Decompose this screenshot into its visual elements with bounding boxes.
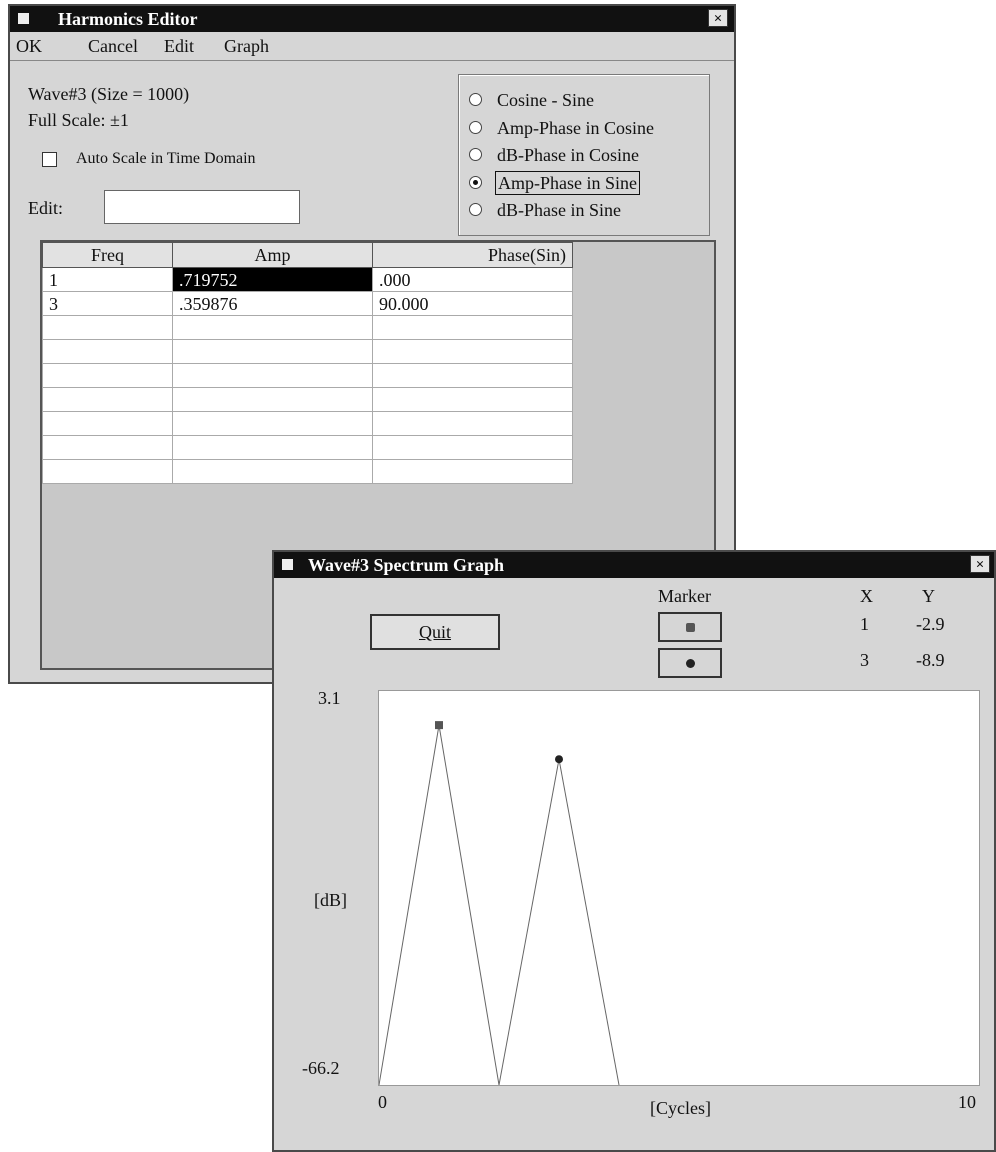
cell-freq[interactable]: 3 — [42, 291, 173, 316]
cell-phase[interactable] — [372, 387, 573, 412]
y-min-label: -66.2 — [302, 1058, 340, 1078]
radio-button-icon — [469, 148, 482, 161]
marker-header: Marker — [658, 586, 711, 606]
radio-button-icon — [469, 203, 482, 216]
square-marker-icon — [686, 623, 695, 632]
cell-phase[interactable] — [372, 363, 573, 388]
spectrum-line-segment — [438, 725, 500, 1086]
cell-phase[interactable] — [372, 411, 573, 436]
cell-amp[interactable] — [172, 387, 373, 412]
auto-scale-checkbox[interactable] — [42, 152, 57, 167]
cell-phase[interactable]: .000 — [372, 267, 573, 292]
spectrum-marker-point — [435, 721, 443, 730]
spectrum-line-segment — [498, 759, 560, 1086]
cell-phase[interactable] — [372, 459, 573, 484]
marker-1-x: 1 — [860, 614, 869, 634]
radio-button-icon — [469, 93, 482, 106]
cell-freq[interactable] — [42, 411, 173, 436]
x-unit-label: [Cycles] — [650, 1098, 711, 1118]
window-title: Wave#3 Spectrum Graph — [308, 555, 504, 575]
circle-marker-icon — [686, 659, 695, 668]
spectrum-graph-window: Wave#3 Spectrum Graph × Quit Marker X Y … — [272, 550, 996, 1152]
marker-2-x: 3 — [860, 650, 869, 670]
x-header: X — [860, 586, 873, 606]
table-row — [42, 435, 573, 460]
table-row — [42, 315, 573, 340]
cell-freq[interactable] — [42, 315, 173, 340]
window-menu-icon[interactable] — [282, 559, 293, 570]
cell-freq[interactable] — [42, 459, 173, 484]
harmonics-editor-titlebar[interactable]: Harmonics Editor × — [10, 6, 734, 32]
cell-amp[interactable] — [172, 411, 373, 436]
marker-button-2[interactable] — [658, 648, 722, 678]
cell-amp[interactable] — [172, 363, 373, 388]
table-row — [42, 363, 573, 388]
table-row: 1 .719752 .000 — [42, 267, 573, 292]
col-header-freq[interactable]: Freq — [42, 242, 173, 268]
spectrum-graph-titlebar[interactable]: Wave#3 Spectrum Graph × — [274, 552, 994, 578]
spectrum-line-segment — [558, 759, 620, 1086]
marker-2-y: -8.9 — [916, 650, 945, 670]
menu-cancel[interactable]: Cancel — [88, 32, 138, 60]
marker-1-y: -2.9 — [916, 614, 945, 634]
cell-amp[interactable] — [172, 339, 373, 364]
table-row — [42, 387, 573, 412]
cell-phase[interactable]: 90.000 — [372, 291, 573, 316]
y-header: Y — [922, 586, 935, 606]
x-max-label: 10 — [958, 1092, 976, 1112]
cell-freq[interactable]: 1 — [42, 267, 173, 292]
edit-label: Edit: — [28, 198, 63, 218]
menu-bar: OK Cancel Edit Graph — [10, 32, 734, 61]
cell-phase[interactable] — [372, 435, 573, 460]
cell-phase[interactable] — [372, 315, 573, 340]
spectrum-plot-area — [378, 690, 980, 1086]
cell-amp[interactable] — [172, 435, 373, 460]
display-mode-group: Cosine - Sine Amp-Phase in Cosine dB-Pha… — [458, 74, 710, 236]
full-scale-label: Full Scale: ±1 — [28, 110, 129, 130]
cell-amp-selected[interactable]: .719752 — [172, 267, 373, 292]
menu-edit[interactable]: Edit — [164, 32, 194, 60]
spectrum-marker-point — [555, 755, 563, 764]
cell-amp[interactable] — [172, 459, 373, 484]
harmonics-table: Freq Amp Phase(Sin) 1 .719752 .000 3 .35… — [42, 242, 573, 484]
wave-info-label: Wave#3 (Size = 1000) — [28, 84, 190, 104]
y-unit-label: [dB] — [314, 890, 347, 910]
cell-amp[interactable] — [172, 315, 373, 340]
spectrum-line-segment — [378, 725, 440, 1086]
col-header-amp[interactable]: Amp — [172, 242, 373, 268]
close-button[interactable]: × — [708, 9, 728, 27]
col-header-phase[interactable]: Phase(Sin) — [372, 242, 573, 268]
cell-freq[interactable] — [42, 387, 173, 412]
table-row — [42, 339, 573, 364]
cell-freq[interactable] — [42, 363, 173, 388]
auto-scale-label: Auto Scale in Time Domain — [76, 150, 256, 167]
y-max-label: 3.1 — [318, 688, 341, 708]
menu-ok[interactable]: OK — [16, 32, 42, 60]
marker-button-1[interactable] — [658, 612, 722, 642]
spectrum-chart — [378, 721, 620, 1086]
cell-amp[interactable]: .359876 — [172, 291, 373, 316]
table-row — [42, 459, 573, 484]
radio-button-selected-icon — [469, 176, 482, 189]
table-row — [42, 411, 573, 436]
radio-button-icon — [469, 121, 482, 134]
quit-label: Quit — [418, 622, 451, 642]
table-row: 3 .359876 90.000 — [42, 291, 573, 316]
window-menu-icon[interactable] — [18, 13, 29, 24]
menu-graph[interactable]: Graph — [224, 32, 269, 60]
quit-button[interactable]: Quit — [370, 614, 500, 650]
cell-freq[interactable] — [42, 339, 173, 364]
edit-input[interactable] — [104, 190, 300, 224]
x-min-label: 0 — [378, 1092, 387, 1112]
close-button[interactable]: × — [970, 555, 990, 573]
cell-phase[interactable] — [372, 339, 573, 364]
table-header-row: Freq Amp Phase(Sin) — [42, 242, 573, 268]
cell-freq[interactable] — [42, 435, 173, 460]
window-title: Harmonics Editor — [58, 9, 198, 29]
